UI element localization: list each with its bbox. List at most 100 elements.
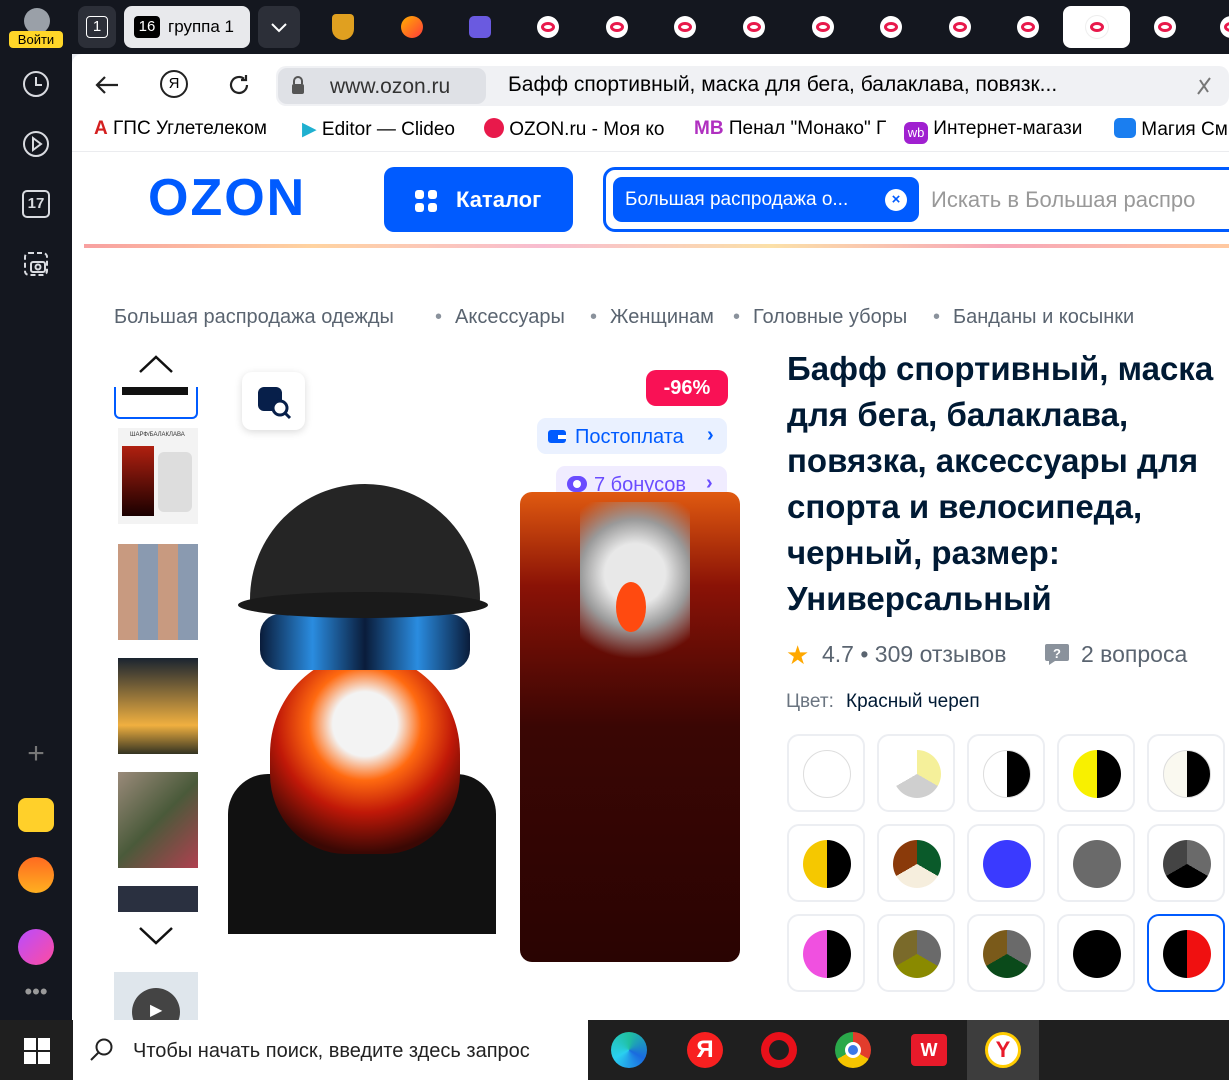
color-swatch[interactable] [967,824,1045,902]
wps-icon[interactable]: W [911,1034,947,1066]
login-button[interactable]: Войти [9,31,63,48]
color-swatch[interactable] [967,914,1045,992]
breadcrumb-item[interactable]: Головные уборы [753,306,907,329]
tab-favicon[interactable] [401,16,423,38]
search-box[interactable]: Большая распродажа о... × Искать в Больш… [603,167,1229,232]
tab-pinned-count[interactable]: 1 [78,6,116,48]
video-icon[interactable] [20,128,52,160]
mail-app-icon[interactable] [18,857,54,893]
bookmark-item[interactable]: wb Интернет-магази [904,118,1096,148]
svg-text:?: ? [1053,646,1061,661]
browser-window: Я www.ozon.ru Бафф спортивный, маска для… [72,54,1229,1020]
tab-favicon[interactable] [469,16,491,38]
page-title: Бафф спортивный, маска для бега, балакла… [508,73,1058,96]
taskbar-search[interactable]: Чтобы начать поиск, введите здесь запрос [73,1020,588,1080]
opera-icon[interactable] [761,1032,797,1068]
color-swatch[interactable] [967,734,1045,812]
search-chip[interactable]: Большая распродажа о... × [613,177,919,222]
questions-link[interactable]: 2 вопроса [1081,641,1187,668]
thumbnail[interactable] [118,658,198,754]
chrome-icon[interactable] [835,1032,871,1068]
bookmark-item[interactable]: MB Пенал "Монако" Г [694,118,886,148]
protection-icon[interactable] [1192,74,1216,98]
history-icon[interactable] [20,68,52,100]
product-image-buff[interactable] [508,462,752,1002]
tab-group-collapse[interactable] [258,6,300,48]
close-icon[interactable]: × [885,189,907,211]
color-swatch[interactable] [877,914,955,992]
thumbnail[interactable] [118,544,198,640]
address-bar[interactable]: www.ozon.ru Бафф спортивный, маска для б… [276,66,1229,106]
color-swatch-selected[interactable] [1147,914,1225,992]
screenshot-icon[interactable] [20,248,52,280]
tab-ozon-favicon[interactable] [812,16,834,38]
color-swatch[interactable] [1057,734,1135,812]
breadcrumb-item[interactable]: Аксессуары [455,306,565,329]
chevron-down-icon[interactable] [138,926,174,946]
lock-icon [292,76,304,94]
tab-ozon-favicon [1086,16,1108,38]
bookmark-item[interactable]: OZON.ru - Моя ко [484,118,676,148]
thumbnail[interactable] [118,886,198,912]
tab-ozon-favicon[interactable] [1154,16,1176,38]
search-input[interactable]: Искать в Большая распро [931,187,1195,213]
color-swatch[interactable] [787,734,865,812]
yandex-browser-icon[interactable]: Я [687,1032,723,1068]
postpay-badge[interactable]: Постоплата › [537,418,727,454]
tab-ozon-favicon[interactable] [949,16,971,38]
calendar-icon[interactable]: 17 [20,188,52,220]
color-swatch[interactable] [1057,914,1135,992]
yandex-logo-icon[interactable]: Я [160,70,188,98]
add-panel-icon[interactable]: + [20,738,52,770]
color-swatch[interactable] [787,914,865,992]
tab-ozon-favicon[interactable] [1017,16,1039,38]
ozon-header: OZON Каталог Большая распродажа о... × И… [72,151,1229,247]
color-swatch[interactable] [877,824,955,902]
color-swatch[interactable] [1057,824,1135,902]
color-swatch[interactable] [1147,734,1225,812]
bookmark-item[interactable]: A ГПС Углетелеком [94,118,267,148]
breadcrumb-item[interactable]: Большая распродажа одежды [114,306,394,329]
edge-icon[interactable] [611,1032,647,1068]
breadcrumb-item[interactable]: Банданы и косынки [953,306,1134,329]
tab-ozon-favicon[interactable] [1220,16,1229,38]
video-thumbnail[interactable]: ▶ [114,972,198,1020]
grid-icon [415,190,437,212]
product-image-model[interactable] [228,474,498,934]
catalog-button[interactable]: Каталог [384,167,573,232]
windows-start-icon[interactable] [24,1038,50,1064]
breadcrumb-item[interactable]: Женщинам [610,306,714,329]
reload-icon[interactable] [226,72,252,98]
color-swatch[interactable] [877,734,955,812]
chevron-up-icon[interactable] [138,354,174,374]
tab-ozon-favicon[interactable] [537,16,559,38]
color-value: Красный череп [846,691,980,712]
tab-bar: 1 16 группа 1 [72,0,1229,54]
tab-ozon-favicon[interactable] [606,16,628,38]
bookmark-item[interactable]: ▶ Editor — Clideo [302,118,467,148]
ozon-logo[interactable]: OZON [148,168,306,228]
alice-icon[interactable] [18,929,54,965]
color-swatch[interactable] [787,824,865,902]
bookmark-item[interactable]: Магия См [1114,118,1229,148]
thumbnail[interactable]: ШАРФ/БАЛАКЛАВА [118,428,198,524]
ozon-favicon-icon [484,118,504,138]
back-arrow-icon[interactable] [94,74,120,96]
tab-ozon-favicon[interactable] [880,16,902,38]
tab-ozon-favicon[interactable] [674,16,696,38]
yandex-app-icon[interactable]: Y [985,1032,1021,1068]
chevron-right-icon: › [707,424,714,446]
url-chip[interactable]: www.ozon.ru [278,68,486,104]
color-swatch[interactable] [1147,824,1225,902]
tab-ozon-favicon[interactable] [743,16,765,38]
url-text: www.ozon.ru [330,75,451,98]
more-icon[interactable]: ••• [20,976,52,1008]
bookmark-app-icon[interactable] [18,798,54,832]
rating-reviews-link[interactable]: 4.7 • 309 отзывов [822,641,1006,668]
thumbnail[interactable] [118,772,198,868]
tab-lsn-favicon[interactable] [332,14,354,40]
thumbnail-selected[interactable] [114,387,198,419]
tab-group-1[interactable]: 16 группа 1 [124,6,250,48]
image-search-button[interactable] [242,372,305,430]
tab-active[interactable] [1063,6,1130,48]
